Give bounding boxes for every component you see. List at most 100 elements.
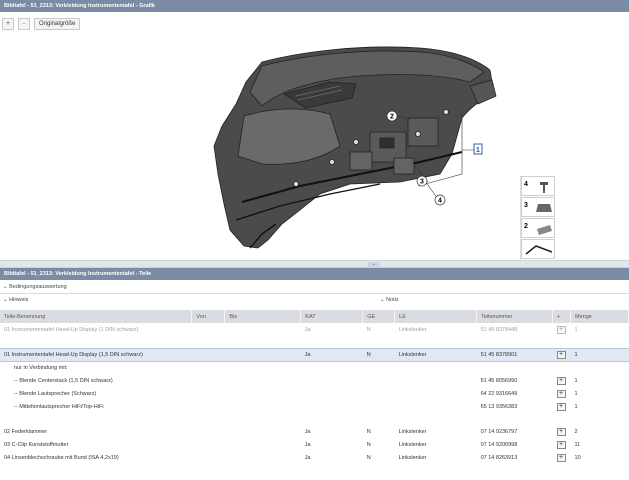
callout-3-label: 3 [420,179,424,186]
add-to-cart-button[interactable]: + [556,325,566,334]
cell-le [395,374,477,387]
add-to-cart-cell: + [553,425,571,438]
cell-ge [363,400,395,413]
add-to-cart-button[interactable]: + [556,427,566,436]
panel-splitter[interactable]: ⌄ [0,260,629,268]
cell-kat: Ja [304,428,311,435]
table-row[interactable]: -- Mitteltonlautsprecher HiFi/Top-HiFi 65… [0,400,629,413]
thumbnail-4[interactable]: 4 [521,176,555,196]
cell-kat [301,400,363,413]
add-to-cart-button[interactable]: + [556,402,566,411]
cell-von [192,400,225,413]
cell-name: -- Mitteltonlautsprecher HiFi/Top-HiFi [14,403,104,410]
add-to-cart-button[interactable]: + [556,453,566,462]
cell-ge [363,336,395,348]
cell-name: -- Blende Centerstack (1,5 DIN schwarz) [14,377,113,384]
original-size-button[interactable]: Originalgröße [34,18,81,30]
cell-qty: 10 [574,454,581,461]
cell-von [192,387,225,400]
cell-kat: Ja [300,347,363,362]
parts-table-body: 01 Instrumententafel Head-Up Display (1 … [0,323,629,464]
callout-1-label[interactable]: 1 [476,147,480,154]
cell-qty: 1 [574,390,578,397]
add-to-cart-button[interactable]: + [556,376,566,385]
cell-kat: Ja [304,441,311,448]
cell-bis [225,438,301,451]
table-row [0,336,629,348]
callout-2-label: 2 [390,114,394,121]
column-header[interactable]: Menge [570,310,629,323]
thumbnail-2[interactable]: 2 [521,218,555,238]
table-row[interactable]: -- Blende Centerstack (1,5 DIN schwarz) 5… [0,374,629,387]
splitter-grip-icon[interactable]: ⌄ [368,262,380,267]
table-row[interactable]: 01 Instrumententafel Head-Up Display (1 … [0,323,629,336]
filter-note-toggle[interactable]: ⌄ Notiz [380,297,399,303]
cell-part: 65 13 9356383 [480,403,518,410]
thumbnail-3[interactable]: 3 [521,197,555,217]
add-to-cart-cell: + [553,323,571,336]
zoom-out-button[interactable]: - [18,18,30,30]
cell-ge: N [366,326,371,333]
cell-ge: N [366,454,371,461]
table-row[interactable]: 01 Instrumententafel Head-Up Display (1,… [0,347,629,362]
cell-name [0,336,192,348]
cell-bis [225,451,301,464]
column-header[interactable]: Von [191,310,226,323]
cell-von [191,347,225,362]
cell-kat [301,387,363,400]
cell-part [477,336,553,348]
cell-le [395,400,477,413]
column-header[interactable]: KAT [300,310,364,323]
cell-qty: 1 [570,347,629,362]
cell-kat [301,361,363,374]
cell-qty [571,336,629,348]
column-header[interactable]: GE [362,310,396,323]
cell-ge [363,387,395,400]
column-header[interactable]: Teilenummer [476,310,554,323]
table-row[interactable]: 04 Linsenblechschraube mit Bund (ISA 4,2… [0,451,629,464]
add-to-cart-button[interactable]: + [556,440,566,449]
table-row[interactable]: 02 Federklammer Ja N Linkslenker 07 14 92367… [0,425,629,438]
thumbnail-2-label: 2 [524,223,528,230]
column-header[interactable]: + [552,310,572,323]
filter-conditions-toggle[interactable]: ⌄ Bedingungsauswertung [3,284,67,290]
table-row [0,413,629,425]
zoom-in-button[interactable]: + [2,18,14,30]
thumbnail-1[interactable] [521,239,555,259]
cell-bis [225,361,301,374]
filter-hint-toggle[interactable]: ⌄ Hinweis [3,297,28,303]
cell-part [477,361,553,374]
thumbnail-3-label: 3 [524,202,528,209]
cell-ge [363,361,395,374]
table-row[interactable]: nur in Verbindung mit: [0,361,629,374]
add-to-cart-cell: + [553,451,571,464]
column-header[interactable]: LE [394,310,478,323]
add-to-cart-cell: + [553,438,571,451]
column-header[interactable]: Teile-Benennung [0,310,193,323]
divider [0,293,629,294]
cell-ge [363,413,395,425]
column-header[interactable]: Bis [224,310,302,323]
cell-bis [225,400,301,413]
cell-von [192,361,225,374]
cell-name: 02 Federklammer [4,428,48,435]
cell-qty [571,413,629,425]
add-to-cart-button[interactable]: + [556,389,566,398]
cell-von [192,451,225,464]
graphic-panel-title: Bildtafel - 51_2313: Verkleidung Instrum… [0,0,629,12]
cell-part: 51 45 8056990 [480,377,518,384]
cell-le: Linkslenker [398,441,427,448]
cell-von [192,413,225,425]
table-header-row: Teile-Benennung Von Bis KAT GE LE Teilen… [0,310,629,323]
cell-bis [225,374,301,387]
add-to-cart-cell: + [552,347,571,362]
filter-hint-label: Hinweis [9,297,29,303]
cell-name [0,413,192,425]
cell-le [395,361,477,374]
callout-1: 1 [473,143,483,155]
table-row[interactable]: 03 C-Clip Kunststoffmutter Ja N Linkslenker… [0,438,629,451]
table-row[interactable]: -- Blende Lautsprecher (Schwarz) 64 22 93… [0,387,629,400]
add-to-cart-button[interactable]: + [556,350,566,359]
dashboard-drawing [213,46,497,249]
cell-name: 01 Instrumententafel Head-Up Display (1,… [0,347,192,362]
